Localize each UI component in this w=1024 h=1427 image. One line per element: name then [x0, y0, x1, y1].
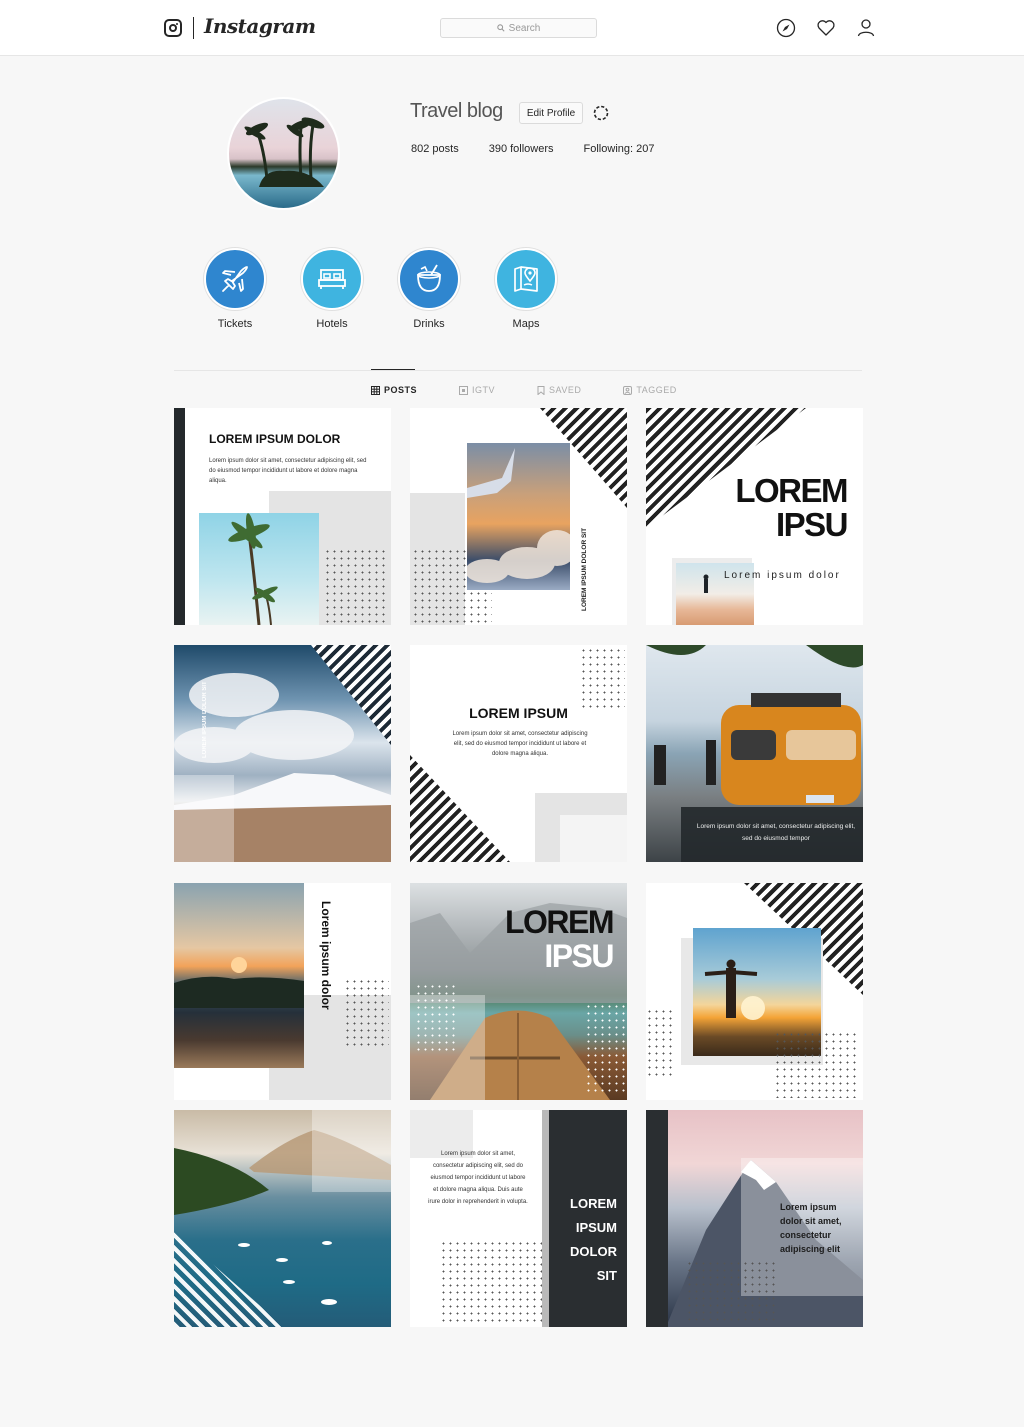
- tab-label: SAVED: [549, 385, 582, 395]
- dot-pattern: [646, 1008, 674, 1078]
- search-icon: [496, 24, 505, 32]
- dot-pattern: [344, 978, 389, 1048]
- palm-trees-photo: [199, 513, 319, 625]
- highlight-label: Hotels: [316, 318, 348, 330]
- post-heading-line2: IPSU: [544, 938, 614, 974]
- dark-sidebar-bar: [646, 1110, 668, 1327]
- highlight-drinks[interactable]: Drinks: [398, 248, 495, 330]
- post-3[interactable]: LOREM IPSU Lorem ipsum dolor: [646, 408, 863, 625]
- profile-username: Travel blog: [410, 100, 503, 122]
- bookmark-icon: [537, 385, 545, 395]
- post-8[interactable]: LOREM IPSU: [410, 883, 627, 1100]
- following-count[interactable]: Following: 207: [584, 143, 655, 155]
- post-heading: LOREM IPSUM: [469, 705, 568, 721]
- tag-icon: [623, 385, 633, 395]
- search-input[interactable]: Search: [440, 18, 597, 38]
- post-body: Lorem ipsum dolor sit amet, consectetur …: [209, 458, 367, 484]
- search-placeholder: Search: [508, 22, 541, 34]
- post-vertical-caption: Lorem ipsum dolor: [319, 901, 333, 1010]
- stripe-pattern: [410, 755, 510, 862]
- instagram-camera-icon[interactable]: [164, 19, 182, 37]
- dot-pattern: [415, 983, 455, 1053]
- post-body: Lorem ipsum dolor sit amet, consectetur …: [696, 823, 856, 842]
- map-pin-icon: [495, 248, 557, 310]
- translucent-block: [312, 1110, 391, 1192]
- posts-count: 802 posts: [411, 143, 459, 155]
- profile-stats: 802 posts 390 followers Following: 207: [411, 143, 684, 155]
- dot-pattern: [324, 548, 389, 623]
- heading-line: IPSUM: [575, 1220, 617, 1235]
- dot-pattern: [686, 1260, 776, 1325]
- airplane-wing-sunset-photo: [465, 443, 577, 590]
- igtv-icon: [459, 385, 469, 395]
- coconut-drink-icon: [398, 248, 460, 310]
- post-vertical-caption: LOREM IPSUM DOLOR SIT: [581, 527, 588, 611]
- dot-pattern: [440, 1240, 550, 1325]
- post-5[interactable]: LOREM IPSUM Lorem ipsum dolor sit amet, …: [410, 645, 627, 862]
- post-body: Lorem ipsum dolor sit amet, consectetur …: [452, 731, 588, 757]
- tab-igtv[interactable]: IGTV: [459, 385, 495, 395]
- highlight-label: Tickets: [217, 318, 253, 330]
- heading-line: LOREM: [570, 1196, 617, 1211]
- bed-icon: [301, 248, 363, 310]
- top-navigation-bar: Instagram Search: [0, 0, 1024, 56]
- profile-tabs: POSTS IGTV SAVED TAGGED: [371, 385, 719, 395]
- compass-icon[interactable]: [776, 18, 796, 38]
- post-vertical-caption: LOREM IPSUM DOLOR SIT: [202, 681, 208, 758]
- tab-tagged[interactable]: TAGGED: [623, 385, 676, 395]
- dark-sidebar-bar: [174, 408, 185, 625]
- dot-pattern: [580, 647, 625, 712]
- post-4[interactable]: LOREM IPSUM DOLOR SIT: [174, 645, 391, 862]
- translucent-block: [174, 775, 234, 862]
- tab-label: POSTS: [384, 385, 418, 395]
- post-7[interactable]: Lorem ipsum dolor: [174, 883, 391, 1100]
- highlight-label: Maps: [512, 318, 540, 330]
- post-heading: LOREM IPSUM DOLOR: [209, 432, 341, 446]
- edit-profile-button[interactable]: Edit Profile: [519, 102, 583, 124]
- lake-sunset-photo: [174, 883, 304, 1068]
- post-heading-line1: LOREM: [504, 904, 615, 940]
- instagram-wordmark[interactable]: Instagram: [204, 14, 316, 38]
- post-heading-stack: LOREM IPSUM DOLOR SIT: [549, 1192, 617, 1288]
- profile-avatar[interactable]: [227, 97, 340, 210]
- post-11[interactable]: Lorem ipsum dolor sit amet, consectetur …: [410, 1110, 627, 1327]
- post-subtitle: Lorem ipsum dolor: [724, 570, 841, 581]
- dot-pattern: [585, 1003, 625, 1093]
- light-block: [560, 815, 627, 862]
- post-12[interactable]: Lorem ipsum dolor sit amet, consectetur …: [646, 1110, 863, 1327]
- gear-icon[interactable]: [592, 104, 610, 122]
- highlight-tickets[interactable]: Tickets: [204, 248, 301, 330]
- palm-island-avatar-image: [244, 117, 325, 187]
- highlight-label: Drinks: [413, 318, 445, 330]
- post-body: Lorem ipsum dolor sit amet, consectetur …: [428, 1151, 528, 1205]
- tab-posts[interactable]: POSTS: [371, 385, 417, 395]
- airplane-icon: [204, 248, 266, 310]
- tab-label: TAGGED: [636, 385, 677, 395]
- story-highlights: Tickets Hotels Drinks Maps: [204, 248, 592, 330]
- post-1[interactable]: LOREM IPSUM DOLOR Lorem ipsum dolor sit …: [174, 408, 391, 625]
- user-icon[interactable]: [856, 18, 876, 38]
- logo-divider: [193, 17, 194, 39]
- heading-line: DOLOR: [570, 1244, 617, 1259]
- tab-saved[interactable]: SAVED: [537, 385, 581, 395]
- heading-line: SIT: [596, 1268, 617, 1283]
- post-9[interactable]: [646, 883, 863, 1100]
- followers-count[interactable]: 390 followers: [489, 143, 554, 155]
- grid-icon: [371, 385, 380, 395]
- dot-pattern: [774, 1031, 859, 1098]
- post-6[interactable]: Lorem ipsum dolor sit amet, consectetur …: [646, 645, 863, 862]
- post-body: Lorem ipsum dolor sit amet, consectetur …: [780, 1202, 842, 1254]
- post-2[interactable]: LOREM IPSUM DOLOR SIT: [410, 408, 627, 625]
- section-divider: [174, 370, 862, 371]
- highlight-maps[interactable]: Maps: [495, 248, 592, 330]
- tab-label: IGTV: [472, 385, 496, 395]
- active-tab-indicator: [371, 369, 415, 370]
- highlight-hotels[interactable]: Hotels: [301, 248, 398, 330]
- post-heading: LOREM IPSU: [735, 472, 848, 543]
- heart-icon[interactable]: [816, 18, 836, 38]
- post-10[interactable]: [174, 1110, 391, 1327]
